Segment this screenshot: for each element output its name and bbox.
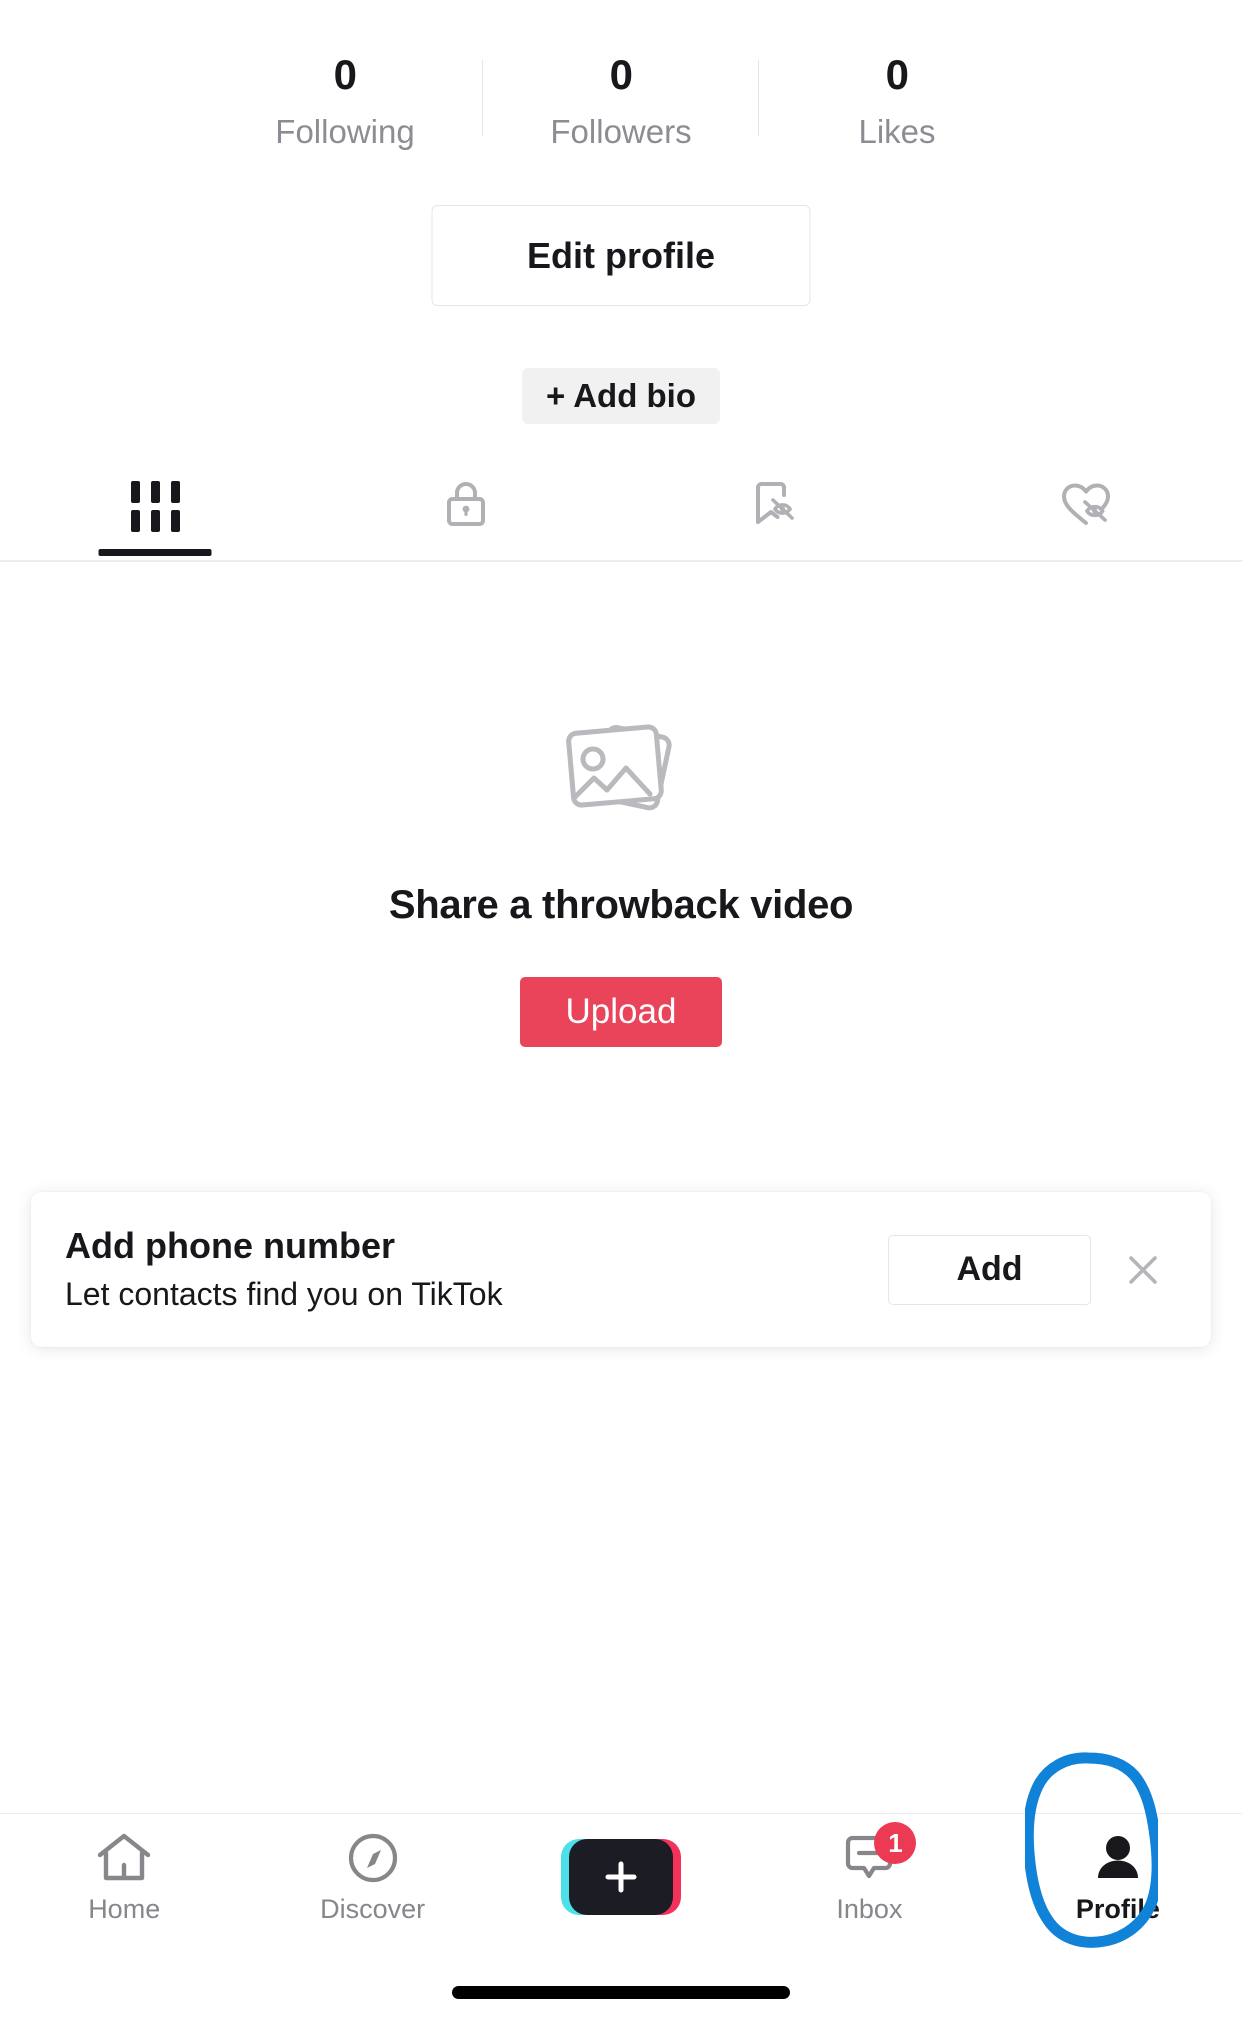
nav-label-home: Home: [88, 1894, 161, 1924]
home-indicator: [452, 1986, 790, 1999]
lock-icon: [444, 480, 488, 533]
tab-private[interactable]: [311, 462, 622, 550]
banner-subtitle: Let contacts find you on TikTok: [65, 1276, 503, 1312]
tab-liked[interactable]: [932, 462, 1242, 550]
followers-label: Followers: [550, 113, 692, 150]
banner-text-group: Add phone number Let contacts find you o…: [65, 1223, 888, 1316]
nav-item-discover[interactable]: Discover: [248, 1814, 496, 1941]
nav-label-inbox: Inbox: [836, 1894, 903, 1924]
following-count: 0: [333, 51, 357, 98]
banner-title: Add phone number: [65, 1225, 395, 1266]
profile-tab-bar: [0, 462, 1242, 556]
banner-add-button[interactable]: Add: [888, 1234, 1091, 1305]
empty-state-title: Share a throwback video: [388, 883, 854, 927]
stat-followers[interactable]: 0 Followers: [483, 50, 759, 154]
bookmark-hidden-icon: [750, 479, 802, 534]
home-icon: [95, 1829, 153, 1887]
grid-icon: [130, 480, 180, 532]
photos-stack-icon: [554, 710, 688, 829]
stat-following[interactable]: 0 Following: [207, 50, 483, 154]
inbox-icon: 1: [840, 1822, 917, 1887]
likes-label: Likes: [858, 113, 936, 150]
create-button[interactable]: [561, 1839, 682, 1915]
tab-videos[interactable]: [0, 462, 311, 556]
nav-item-create[interactable]: [497, 1814, 745, 1941]
add-bio-button[interactable]: + Add bio: [521, 368, 721, 424]
stat-likes[interactable]: 0 Likes: [759, 50, 1035, 154]
likes-count: 0: [885, 51, 909, 98]
plus-icon: [569, 1839, 674, 1915]
active-tab-underline: [98, 549, 212, 556]
person-icon: [1091, 1829, 1145, 1887]
tab-bar-divider: [0, 560, 1242, 562]
tiktok-profile-screen: 0 Following 0 Followers 0 Likes Edit pro…: [0, 0, 1242, 2033]
following-label: Following: [275, 113, 415, 150]
bottom-navigation-bar: Home Discover 1 Inbox Profile: [0, 1813, 1242, 1940]
nav-item-inbox[interactable]: 1 Inbox: [745, 1814, 993, 1941]
followers-count: 0: [609, 51, 633, 98]
empty-state: Share a throwback video Upload: [0, 710, 1242, 1047]
close-icon[interactable]: [1113, 1240, 1173, 1300]
nav-item-home[interactable]: Home: [0, 1814, 248, 1941]
upload-button[interactable]: Upload: [520, 977, 722, 1047]
profile-stats-row: 0 Following 0 Followers 0 Likes: [0, 50, 1242, 154]
edit-profile-button[interactable]: Edit profile: [431, 205, 811, 306]
nav-label-discover: Discover: [320, 1894, 426, 1924]
inbox-badge: 1: [874, 1822, 917, 1864]
heart-hidden-icon: [1058, 479, 1116, 534]
nav-label-profile: Profile: [1075, 1894, 1160, 1924]
nav-item-profile[interactable]: Profile: [994, 1814, 1242, 1941]
add-phone-banner: Add phone number Let contacts find you o…: [31, 1192, 1211, 1347]
compass-icon: [345, 1829, 401, 1887]
tab-favorites[interactable]: [621, 462, 932, 550]
